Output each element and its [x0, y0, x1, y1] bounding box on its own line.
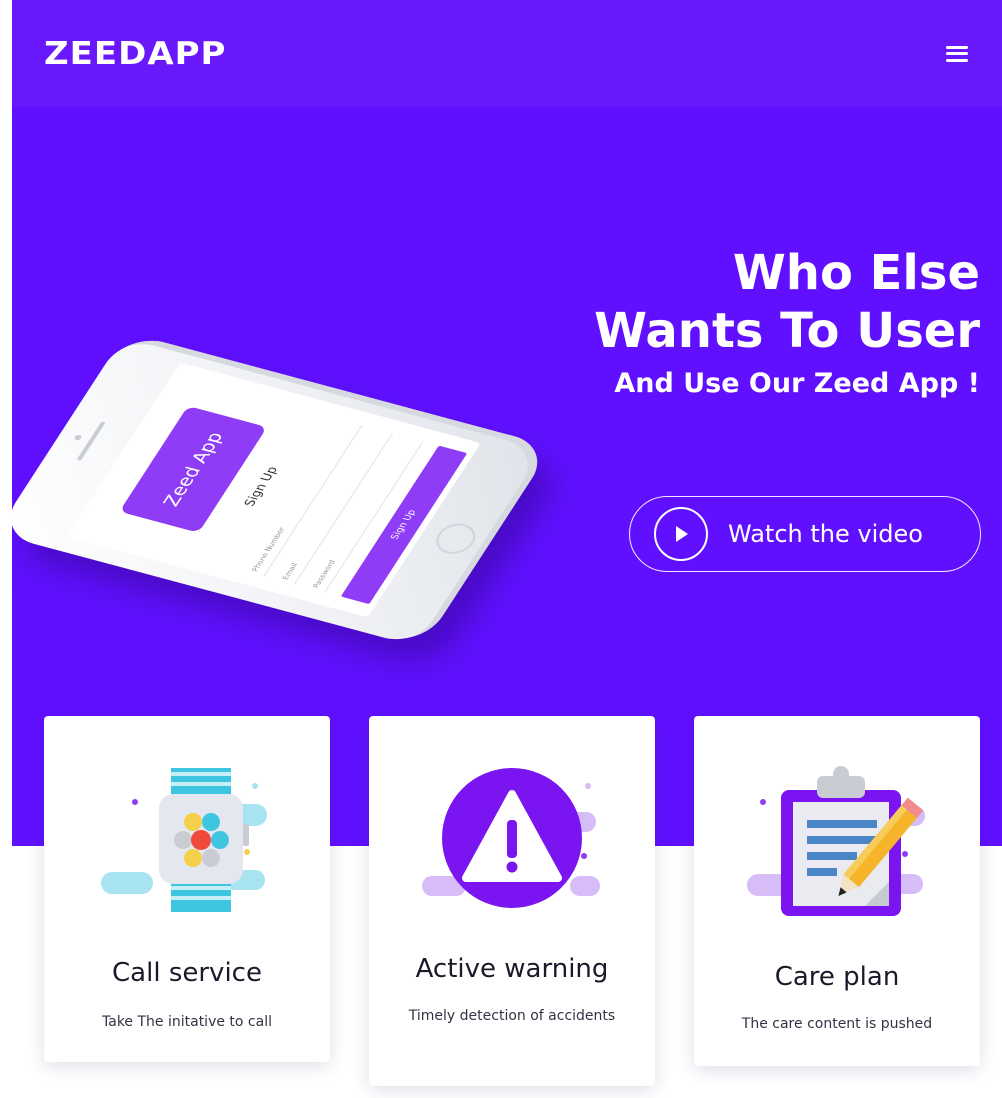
- feature-card-call-service[interactable]: Call service Take The initative to call: [44, 716, 330, 1062]
- phone-mockup: Zeed App Sign Up Phone Number Email Pass…: [0, 240, 553, 648]
- hamburger-menu-icon[interactable]: [946, 45, 968, 62]
- card-description: Take The initative to call: [102, 1014, 272, 1030]
- menu-bar: [946, 45, 968, 49]
- card-title: Active warning: [415, 954, 609, 984]
- warning-icon: [369, 756, 655, 926]
- play-icon: [654, 507, 708, 561]
- hero-subtitle: And Use Our Zeed App !: [614, 368, 980, 399]
- feature-card-active-warning[interactable]: Active warning Timely detection of accid…: [369, 716, 655, 1086]
- brand-logo[interactable]: ZEEDAPP: [44, 35, 226, 72]
- phone-field-password: Password: [311, 559, 338, 589]
- left-frame-edge: [0, 0, 12, 1098]
- smartwatch-icon: [44, 760, 330, 930]
- hero-title-line2: Wants To User: [594, 303, 980, 359]
- menu-bar: [946, 58, 968, 62]
- card-title: Call service: [112, 958, 262, 988]
- watch-video-label: Watch the video: [728, 520, 923, 548]
- clipboard-pencil-icon: [694, 762, 980, 932]
- hero-heading-block: Who Else Wants To User And Use Our Zeed …: [594, 244, 980, 402]
- card-title: Care plan: [774, 962, 900, 992]
- phone-speaker: [76, 421, 106, 461]
- card-description: The care content is pushed: [741, 1016, 933, 1032]
- card-description: Timely detection of accidents: [408, 1008, 616, 1024]
- feature-card-care-plan[interactable]: Care plan The care content is pushed: [694, 716, 980, 1066]
- top-navbar: ZEEDAPP: [12, 0, 1002, 107]
- hero-title-line1: Who Else: [732, 245, 980, 301]
- phone-screen: Zeed App Sign Up Phone Number Email Pass…: [67, 362, 481, 618]
- phone-camera: [73, 434, 83, 441]
- phone-home-button: [429, 519, 483, 558]
- menu-bar: [946, 52, 968, 55]
- watch-video-button[interactable]: Watch the video: [629, 496, 981, 572]
